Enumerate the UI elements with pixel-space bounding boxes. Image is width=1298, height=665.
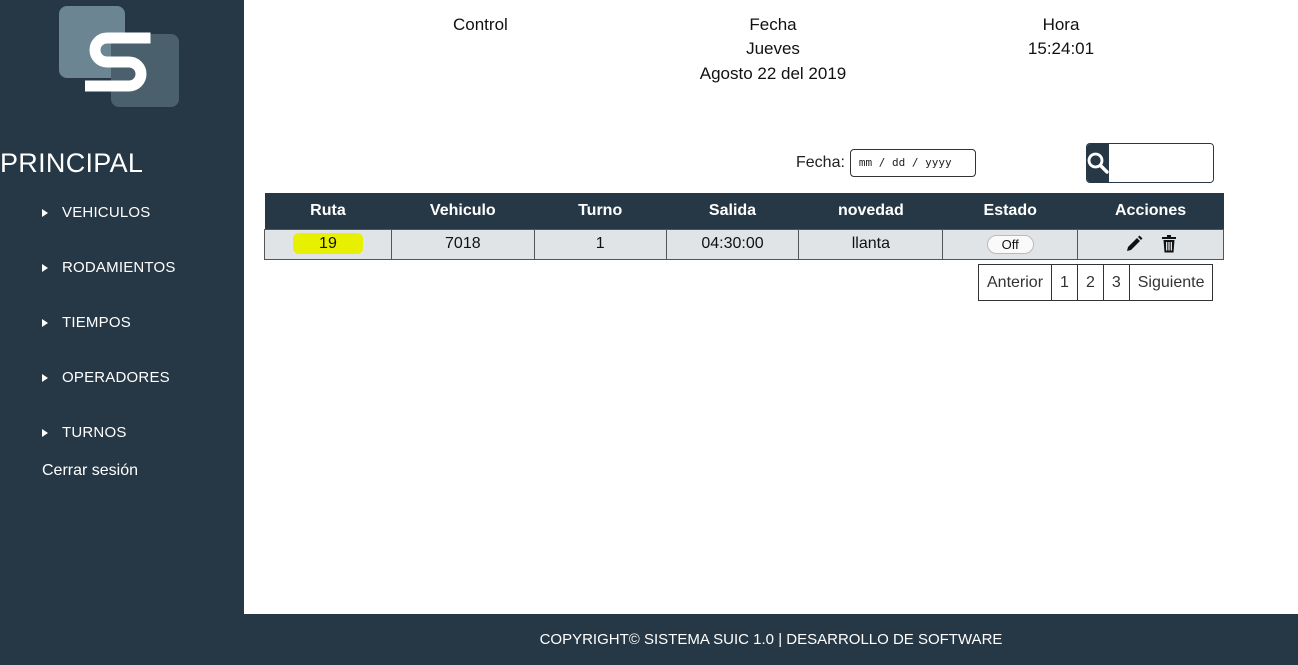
status-badge[interactable]: Off	[986, 234, 1034, 254]
pagination-page-1[interactable]: 1	[1051, 265, 1077, 300]
current-time: 15:24:01	[1027, 39, 1095, 58]
cell-ruta: 19	[264, 228, 392, 260]
sidebar-item-label: TIEMPOS	[62, 314, 131, 331]
sidebar-item-label: RODAMIENTOS	[62, 259, 176, 276]
sidebar: PRINCIPAL VEHICULOS RODAMIENTOS TIEMPOS …	[0, 0, 244, 665]
column-header-novedad: novedad	[798, 193, 943, 229]
search-button[interactable]	[1087, 144, 1109, 182]
footer: COPYRIGHT© SISTEMA SUIC 1.0 | DESARROLLO…	[244, 614, 1298, 665]
sidebar-item-vehiculos[interactable]: VEHICULOS	[42, 204, 151, 221]
sidebar-item-label: OPERADORES	[62, 369, 170, 386]
sidebar-item-rodamientos[interactable]: RODAMIENTOS	[42, 259, 176, 276]
column-header-salida: Salida	[666, 193, 799, 229]
day-name: Jueves	[746, 39, 800, 58]
pagination: Anterior 1 2 3 Siguiente	[978, 264, 1214, 301]
pencil-icon	[1126, 235, 1143, 251]
column-header-vehiculo: Vehiculo	[391, 193, 535, 229]
edit-button[interactable]	[1125, 235, 1143, 253]
logout-link[interactable]: Cerrar sesión	[42, 462, 138, 480]
column-header-estado: Estado	[942, 193, 1078, 229]
delete-button[interactable]	[1161, 234, 1177, 253]
column-header-ruta: Ruta	[264, 193, 392, 229]
date-filter: Fecha: mm / dd / yyyy	[796, 149, 976, 177]
sidebar-item-label: TURNOS	[62, 424, 127, 441]
column-header-turno: Turno	[534, 193, 667, 229]
triangle-right-icon	[42, 208, 48, 217]
copyright-text: COPYRIGHT© SISTEMA SUIC 1.0 | DESARROLLO…	[539, 631, 1003, 648]
cell-turno: 1	[533, 228, 667, 260]
sidebar-item-operadores[interactable]: OPERADORES	[42, 369, 170, 386]
pagination-page-2[interactable]: 2	[1076, 265, 1103, 300]
search-box	[1086, 143, 1214, 183]
current-date: Agosto 22 del 2019	[699, 64, 847, 83]
triangle-right-icon	[42, 318, 48, 327]
search-icon	[1087, 152, 1109, 174]
pagination-page-3[interactable]: 3	[1102, 265, 1129, 300]
sidebar-item-turnos[interactable]: TURNOS	[42, 424, 127, 441]
data-table: Ruta Vehiculo Turno Salida novedad Estad…	[264, 193, 1224, 260]
logo-s-icon	[85, 32, 151, 92]
cell-salida: 04:30:00	[665, 228, 800, 260]
date-input[interactable]: mm / dd / yyyy	[849, 149, 976, 177]
pagination-next[interactable]: Siguiente	[1128, 265, 1213, 300]
highlighted-ruta-value: 19	[293, 233, 363, 254]
sidebar-item-label: VEHICULOS	[62, 204, 151, 221]
date-filter-label: Fecha:	[796, 154, 845, 171]
table-header-row: Ruta Vehiculo Turno Salida novedad Estad…	[264, 193, 1224, 229]
triangle-right-icon	[42, 373, 48, 382]
search-input[interactable]	[1109, 144, 1213, 182]
hora-label: Hora	[1042, 15, 1080, 34]
pagination-prev[interactable]: Anterior	[979, 265, 1051, 300]
app-logo	[59, 6, 179, 107]
cell-acciones	[1077, 228, 1224, 260]
sidebar-item-tiempos[interactable]: TIEMPOS	[42, 314, 131, 331]
trash-icon	[1161, 234, 1176, 253]
triangle-right-icon	[42, 428, 48, 437]
page-title: Control	[453, 15, 508, 34]
sidebar-heading: PRINCIPAL	[0, 148, 144, 178]
table-row: 19 7018 1 04:30:00 llanta Off	[264, 228, 1224, 260]
column-header-acciones: Acciones	[1077, 193, 1224, 229]
cell-estado: Off	[942, 228, 1079, 260]
cell-vehiculo: 7018	[390, 228, 535, 260]
cell-novedad: llanta	[798, 228, 944, 260]
fecha-label: Fecha	[749, 15, 797, 34]
triangle-right-icon	[42, 263, 48, 272]
